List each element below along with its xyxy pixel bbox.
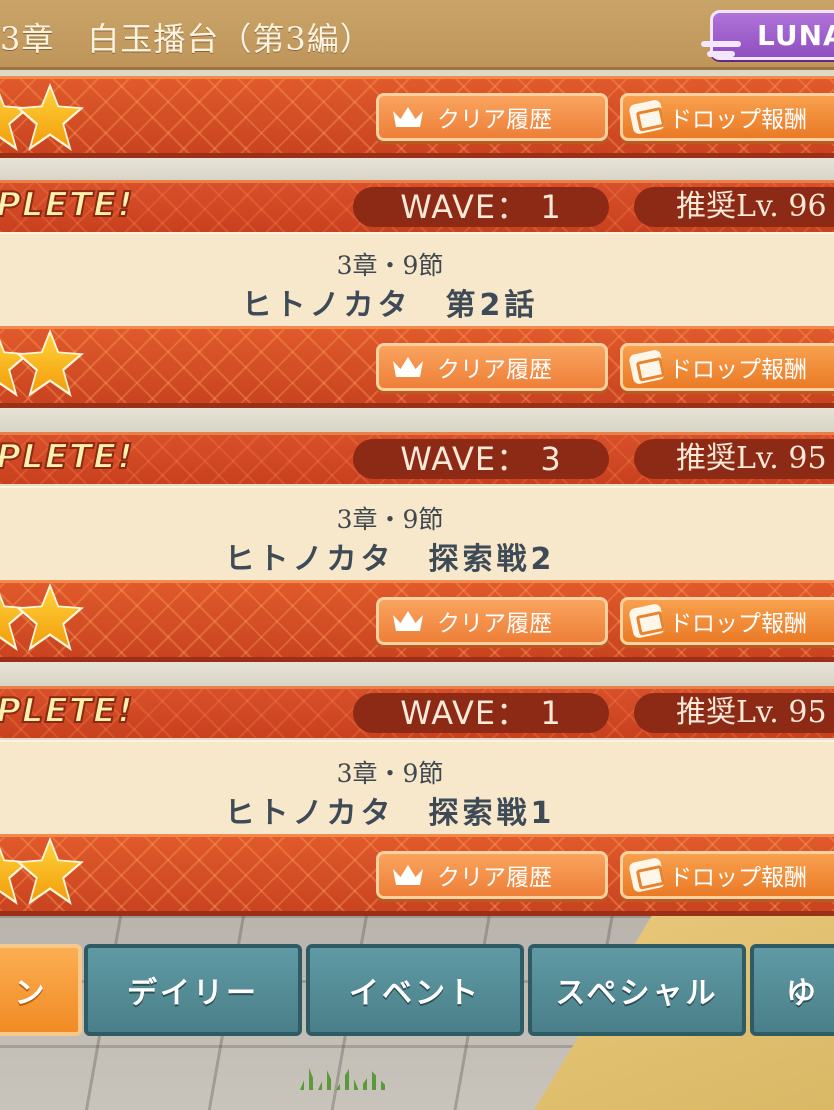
tab-label: デイリー	[127, 976, 259, 1011]
drop-reward-button[interactable]: ドロップ報酬	[620, 851, 834, 899]
clear-history-button[interactable]: クリア履歴	[376, 343, 608, 391]
quest-status-row[interactable]: PLETE! WAVE： 3 推奨Lv. 95	[0, 432, 834, 484]
badge-stripe	[707, 51, 735, 57]
tab-daily[interactable]: デイリー	[84, 944, 302, 1036]
separator	[0, 408, 834, 434]
wave-count: WAVE： 3	[353, 439, 609, 479]
crown-icon	[393, 865, 423, 885]
quest-info-panel[interactable]: 3章・9節 ヒトノカタ 第2話	[0, 232, 834, 326]
tab-special[interactable]: スペシャル	[528, 944, 746, 1036]
crown-icon	[393, 357, 423, 377]
drop-reward-label: ドロップ報酬	[669, 611, 807, 637]
clear-history-label: クリア履歴	[437, 611, 552, 637]
clear-history-button[interactable]: クリア履歴	[376, 597, 608, 645]
tab-label: ン	[14, 976, 48, 1011]
tab-more[interactable]: ゆ	[750, 944, 834, 1036]
wave-count: WAVE： 1	[353, 187, 609, 227]
clear-history-button[interactable]: クリア履歴	[376, 93, 608, 141]
quest-action-bar: クリア履歴 ドロップ報酬	[0, 834, 834, 916]
star-icon	[16, 583, 84, 651]
chapter-title: 3章 白玉播台（第3編）	[0, 20, 373, 58]
recommended-level: 推奨Lv. 95	[634, 693, 834, 733]
clear-history-label: クリア履歴	[437, 107, 552, 133]
difficulty-badge[interactable]: LUNA	[701, 10, 834, 60]
star-icon	[16, 329, 84, 397]
quest-section: 3章・9節	[336, 251, 444, 280]
quest-name: ヒトノカタ 第2話	[241, 288, 539, 323]
drop-reward-button[interactable]: ドロップ報酬	[620, 93, 834, 141]
drop-reward-button[interactable]: ドロップ報酬	[620, 597, 834, 645]
drop-reward-button[interactable]: ドロップ報酬	[620, 343, 834, 391]
quest-section: 3章・9節	[336, 759, 444, 788]
quest-name: ヒトノカタ 探索戦1	[224, 796, 556, 831]
star-icon	[16, 83, 84, 151]
quest-name: ヒトノカタ 探索戦2	[224, 542, 556, 577]
clear-history-button[interactable]: クリア履歴	[376, 851, 608, 899]
star-icon	[0, 329, 30, 397]
drop-reward-label: ドロップ報酬	[669, 357, 807, 383]
quest-action-bar: クリア履歴 ドロップ報酬	[0, 326, 834, 408]
treasure-chest-icon	[628, 99, 666, 135]
recommended-level: 推奨Lv. 95	[634, 439, 834, 479]
star-icon	[0, 837, 30, 905]
drop-reward-label: ドロップ報酬	[669, 107, 807, 133]
treasure-chest-icon	[628, 603, 666, 639]
quest-category-tabs: ン デイリー イベント スペシャル ゆ	[0, 938, 834, 1038]
star-icon	[0, 583, 30, 651]
header-bar: 3章 白玉播台（第3編） LUNA	[0, 0, 834, 70]
clear-history-label: クリア履歴	[437, 865, 552, 891]
complete-banner: PLETE!	[0, 690, 134, 732]
difficulty-label: LUNA	[757, 19, 834, 52]
crown-icon	[393, 611, 423, 631]
treasure-chest-icon	[628, 349, 666, 385]
tab-label: スペシャル	[555, 976, 719, 1011]
star-icon	[16, 837, 84, 905]
clear-history-label: クリア履歴	[437, 357, 552, 383]
tab-label: ゆ	[786, 976, 819, 1011]
badge-stripe	[701, 41, 741, 47]
quest-status-row[interactable]: PLETE! WAVE： 1 推奨Lv. 95	[0, 686, 834, 738]
wave-count: WAVE： 1	[353, 693, 609, 733]
quest-action-bar: クリア履歴 ドロップ報酬	[0, 76, 834, 158]
treasure-chest-icon	[628, 857, 666, 893]
tab-main[interactable]: ン	[0, 944, 82, 1036]
drop-reward-label: ドロップ報酬	[669, 865, 807, 891]
quest-status-row[interactable]: PLETE! WAVE： 1 推奨Lv. 96	[0, 180, 834, 232]
quest-action-bar: クリア履歴 ドロップ報酬	[0, 580, 834, 662]
star-icon	[0, 83, 30, 151]
crown-icon	[393, 107, 423, 127]
complete-banner: PLETE!	[0, 436, 134, 478]
quest-section: 3章・9節	[336, 505, 444, 534]
recommended-level: 推奨Lv. 96	[634, 187, 834, 227]
tab-label: イベント	[349, 976, 481, 1011]
quest-info-panel[interactable]: 3章・9節 ヒトノカタ 探索戦2	[0, 486, 834, 580]
quest-info-panel[interactable]: 3章・9節 ヒトノカタ 探索戦1	[0, 740, 834, 834]
complete-banner: PLETE!	[0, 184, 134, 226]
separator	[0, 662, 834, 688]
tab-event[interactable]: イベント	[306, 944, 524, 1036]
